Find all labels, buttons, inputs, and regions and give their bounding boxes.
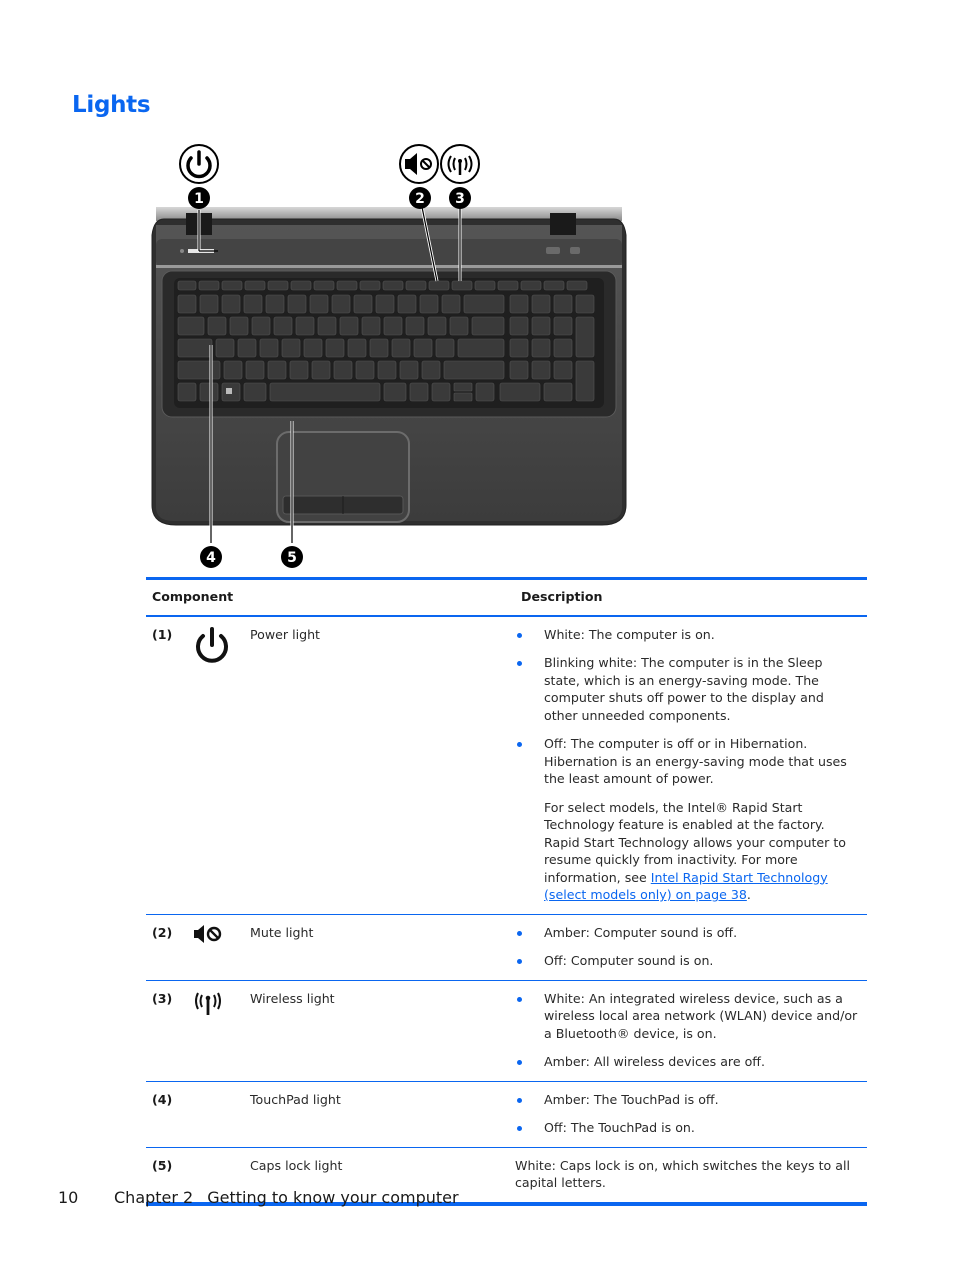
callout-wireless-icon [440,144,480,184]
description-bullet: White: The computer is on. [515,626,861,644]
description-bullet: Amber: The TouchPad is off. [515,1091,861,1109]
description-bullet: Off: The TouchPad is on. [515,1119,861,1137]
callout-4: 4 [200,546,222,568]
component-number: (1) [152,626,173,642]
component-number: (4) [152,1091,173,1107]
callout-power-icon [179,144,219,184]
laptop-top-view-figure: 1 2 3 4 5 [140,135,640,575]
component-number: (3) [152,990,173,1006]
svg-text:5: 5 [287,550,297,566]
callout-mute-icon [399,144,439,184]
component-name: Mute light [250,924,314,940]
table-row: (2) Mute light Amber: Computer sound is … [146,914,867,980]
table-row: (1) Power light White: The computer is o… [146,616,867,915]
svg-text:2: 2 [415,191,425,207]
callout-3: 3 [449,187,471,209]
chapter-label: Chapter 2 [114,1188,194,1207]
column-header-description: Description [521,589,603,604]
component-name: Wireless light [250,990,335,1006]
table-row: (3) Wireless light White: An integrated … [146,980,867,1081]
callout-2: 2 [409,187,431,209]
column-header-component: Component [152,589,234,604]
description-bullet: Off: Computer sound is on. [515,952,861,970]
callout-5: 5 [281,546,303,568]
svg-text:4: 4 [206,550,216,566]
component-name: Power light [250,626,320,642]
rapid-start-note: For select models, the Intel® Rapid Star… [544,799,846,903]
description-bullet: Off: The computer is off or in Hibernati… [515,735,861,788]
component-description: Amber: The TouchPad is off. Off: The Tou… [515,1081,867,1147]
callout-1: 1 [188,187,210,209]
spacebar [269,382,381,402]
chapter-title: Getting to know your computer [207,1188,459,1207]
component-description: White: An integrated wireless device, su… [515,980,867,1081]
table-header-row: Component Description [146,578,867,616]
description-bullet: Blinking white: The computer is in the S… [515,654,861,724]
component-description: White: Caps lock is on, which switches t… [515,1157,850,1191]
page-number: 10 [58,1188,79,1207]
power-icon [192,616,250,915]
component-description: Amber: Computer sound is off. Off: Compu… [515,914,867,980]
svg-text:1: 1 [194,191,204,207]
page-title: Lights [72,92,151,118]
component-name: TouchPad light [250,1091,341,1107]
table-row: (4) TouchPad light Amber: The TouchPad i… [146,1081,867,1147]
lights-component-table: Component Description (1) Power light Wh… [146,577,867,1206]
description-bullet: White: An integrated wireless device, su… [515,990,861,1043]
mute-icon [192,914,250,980]
description-bullet: Amber: Computer sound is off. [515,924,861,942]
svg-text:3: 3 [455,191,465,207]
page-footer: 10 Chapter 2 Getting to know your computer [58,1188,459,1207]
wireless-icon [192,980,250,1081]
component-description: White: The computer is on. Blinking whit… [515,616,867,915]
component-number: (2) [152,924,173,940]
description-bullet: Amber: All wireless devices are off. [515,1053,861,1071]
